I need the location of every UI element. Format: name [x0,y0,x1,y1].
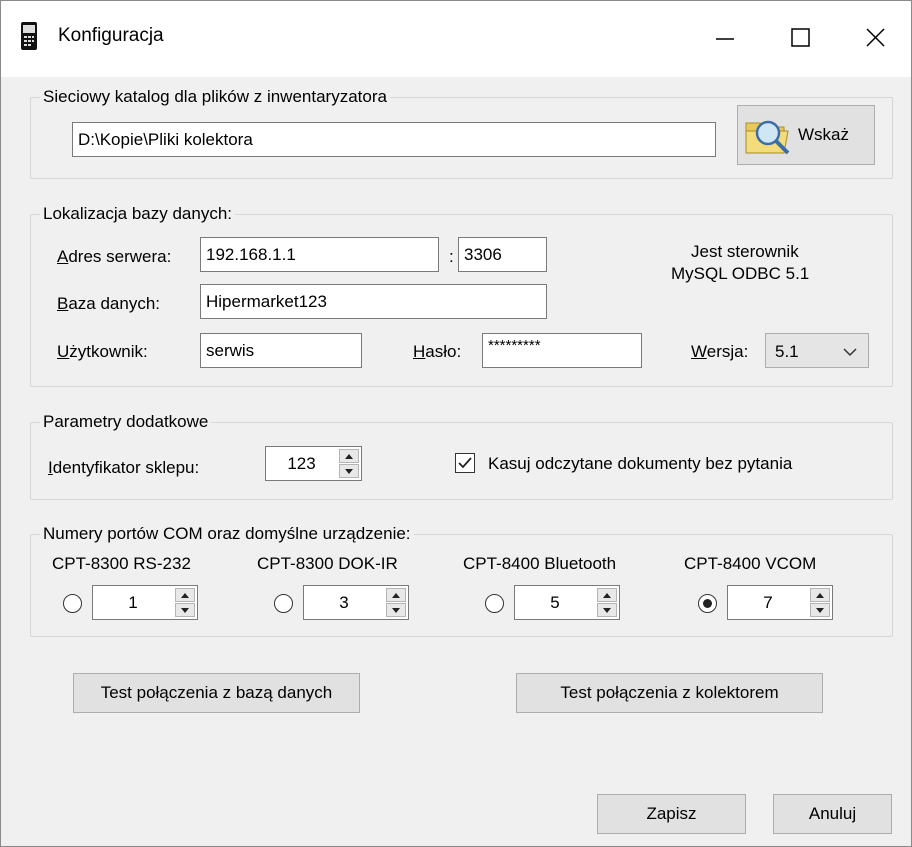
spin-up-button[interactable] [175,588,195,602]
maximize-icon [791,28,810,47]
version-value: 5.1 [775,342,799,361]
shop-id-stepper[interactable]: 123 [265,446,362,481]
arrow-up-icon [345,453,353,459]
spin-down-button[interactable] [810,603,830,617]
network-folder-legend: Sieciowy katalog dla plików z inwentaryz… [40,87,390,107]
delete-docs-checkbox[interactable] [455,453,475,473]
port-stepper-bluetooth[interactable]: 5 [514,585,620,620]
test-db-connection-button[interactable]: Test połączenia z bazą danych [73,673,360,713]
arrow-up-icon [181,592,189,598]
server-address-input[interactable] [200,237,439,272]
database-legend: Lokalizacja bazy danych: [40,204,236,224]
config-window: Konfiguracja Sieciowy katalog dla plików… [0,0,912,847]
port-input[interactable] [458,237,547,272]
handheld-terminal-icon [21,22,37,50]
extra-params-legend: Parametry dodatkowe [40,412,212,432]
checkmark-icon [458,457,472,469]
arrow-down-icon [181,607,189,613]
minimize-button[interactable] [689,1,761,77]
port-radio-dokir[interactable] [274,594,293,613]
port-arrows [175,588,195,617]
save-button[interactable]: Zapisz [597,794,746,834]
arrow-down-icon [392,607,400,613]
driver-status-line1: Jest sterownik [691,242,799,261]
user-label: Użytkownik: [57,342,148,361]
test-collector-connection-button[interactable]: Test połączenia z kolektorem [516,673,823,713]
user-input[interactable] [200,333,362,368]
version-label: Wersja: [691,342,749,361]
com-ports-group: Numery portów COM oraz domyślne urządzen… [30,524,893,637]
port-radio-bluetooth[interactable] [485,594,504,613]
port-value: 7 [763,593,773,612]
port-stepper-rs232[interactable]: 1 [92,585,198,620]
arrow-up-icon [603,592,611,598]
arrow-down-icon [816,607,824,613]
port-stepper-vcom[interactable]: 7 [727,585,833,620]
password-input[interactable]: ********* [482,333,642,368]
port-arrows [386,588,406,617]
shop-id-arrows [339,449,359,478]
network-path-input[interactable] [72,122,716,157]
spin-up-button[interactable] [339,449,359,463]
maximize-button[interactable] [765,1,837,77]
spin-up-button[interactable] [386,588,406,602]
port-stepper-dokir[interactable]: 3 [303,585,409,620]
port-radio-rs232[interactable] [63,594,82,613]
network-folder-group: Sieciowy katalog dla plików z inwentaryz… [30,87,893,179]
extra-params-group: Parametry dodatkowe Identyfikator sklepu… [30,412,893,500]
spin-down-button[interactable] [597,603,617,617]
spin-up-button[interactable] [810,588,830,602]
port-radio-vcom[interactable] [698,594,717,613]
arrow-down-icon [603,607,611,613]
spin-down-button[interactable] [175,603,195,617]
database-group: Lokalizacja bazy danych: Adres serwera: … [30,204,893,387]
arrow-up-icon [816,592,824,598]
port-separator: : [449,247,454,266]
spin-down-button[interactable] [339,464,359,478]
version-select[interactable]: 5.1 [765,333,869,368]
password-label: Hasło: [413,342,462,361]
port-device-label: CPT-8400 Bluetooth [463,554,617,573]
port-value: 3 [339,593,349,612]
browse-button[interactable]: Wskaż [737,105,875,165]
minimize-icon [716,38,734,40]
database-label: Baza danych: [57,294,161,313]
browse-label: Wskaż [798,125,849,144]
port-value: 1 [128,593,138,612]
arrow-up-icon [392,592,400,598]
spin-up-button[interactable] [597,588,617,602]
port-value: 5 [550,593,560,612]
window-title: Konfiguracja [58,25,164,46]
com-ports-legend: Numery portów COM oraz domyślne urządzen… [40,524,414,544]
server-label: Adres serwera: [57,247,172,266]
spin-down-button[interactable] [386,603,406,617]
port-arrows [597,588,617,617]
title-bar: Konfiguracja [1,1,911,77]
cancel-button[interactable]: Anuluj [773,794,892,834]
port-arrows [810,588,830,617]
delete-docs-label: Kasuj odczytane dokumenty bez pytania [488,454,793,473]
database-name-input[interactable] [200,284,547,319]
folder-search-icon [745,120,790,155]
close-icon [866,28,885,47]
port-device-label: CPT-8400 VCOM [684,554,817,573]
arrow-down-icon [345,468,353,474]
shop-id-value: 123 [287,454,316,473]
close-button[interactable] [839,1,911,77]
port-device-label: CPT-8300 DOK-IR [257,554,398,573]
shop-id-label: Identyfikator sklepu: [48,458,200,477]
chevron-down-icon [843,348,857,357]
driver-status-line2: MySQL ODBC 5.1 [671,264,810,283]
port-device-label: CPT-8300 RS-232 [52,554,191,573]
